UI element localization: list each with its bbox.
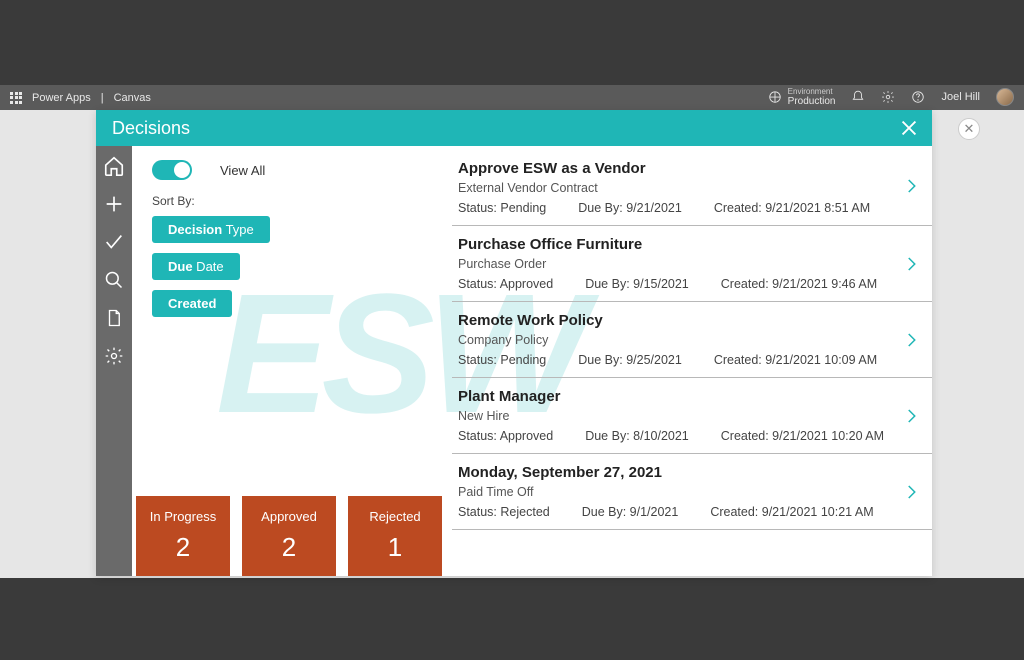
view-all-label: View All [220, 163, 265, 178]
top-dark-bar [0, 0, 1024, 85]
env-label: Environment [788, 88, 836, 97]
help-icon[interactable] [911, 90, 925, 104]
item-created: Created: 9/21/2021 9:46 AM [721, 277, 877, 291]
item-status: Status: Approved [458, 429, 553, 443]
page-background: ✕ Decisions ESW [0, 110, 1024, 578]
environment-selector[interactable]: Environment Production [768, 88, 836, 108]
sort-by-label: Sort By: [152, 194, 436, 208]
outer-close-button[interactable]: ✕ [958, 118, 980, 140]
view-all-toggle[interactable] [152, 160, 192, 180]
item-status: Status: Pending [458, 353, 546, 367]
search-icon[interactable] [102, 268, 126, 292]
app-title: Decisions [112, 118, 190, 139]
avatar[interactable] [996, 88, 1014, 106]
item-status: Status: Approved [458, 277, 553, 291]
item-title: Purchase Office Furniture [458, 236, 890, 253]
env-name: Production [788, 96, 836, 107]
item-status: Status: Pending [458, 201, 546, 215]
item-due: Due By: 9/21/2021 [578, 201, 682, 215]
item-subtitle: Company Policy [458, 333, 890, 347]
bell-icon[interactable] [851, 90, 865, 104]
list-item[interactable]: Purchase Office Furniture Purchase Order… [452, 226, 932, 302]
chevron-right-icon[interactable] [902, 173, 920, 199]
list-item[interactable]: Plant Manager New Hire Status: Approved … [452, 378, 932, 454]
app-window: Decisions ESW [96, 110, 932, 576]
sort-decision-type[interactable]: Decision Type [152, 216, 270, 243]
chevron-right-icon[interactable] [902, 327, 920, 353]
list-item[interactable]: Approve ESW as a Vendor External Vendor … [452, 146, 932, 226]
user-name[interactable]: Joel Hill [941, 91, 980, 103]
decision-list: Approve ESW as a Vendor External Vendor … [452, 146, 932, 576]
chevron-right-icon[interactable] [902, 479, 920, 505]
bottom-dark-bar [0, 578, 1024, 660]
item-subtitle: Purchase Order [458, 257, 890, 271]
item-created: Created: 9/21/2021 10:21 AM [710, 505, 873, 519]
separator: | [101, 92, 104, 104]
chevron-right-icon[interactable] [902, 251, 920, 277]
item-due: Due By: 9/25/2021 [578, 353, 682, 367]
home-icon[interactable] [102, 154, 126, 178]
gear-icon[interactable] [881, 90, 895, 104]
chevron-right-icon[interactable] [902, 403, 920, 429]
item-created: Created: 9/21/2021 10:09 AM [714, 353, 877, 367]
filter-panel: View All Sort By: Decision Type Due Date… [132, 146, 452, 576]
document-icon[interactable] [102, 306, 126, 330]
list-item[interactable]: Monday, September 27, 2021 Paid Time Off… [452, 454, 932, 530]
item-due: Due By: 9/1/2021 [582, 505, 679, 519]
list-item[interactable]: Remote Work Policy Company Policy Status… [452, 302, 932, 378]
close-icon[interactable] [898, 117, 920, 139]
check-icon[interactable] [102, 230, 126, 254]
item-created: Created: 9/21/2021 8:51 AM [714, 201, 870, 215]
item-due: Due By: 9/15/2021 [585, 277, 689, 291]
sort-created[interactable]: Created [152, 290, 232, 317]
item-subtitle: External Vendor Contract [458, 181, 890, 195]
item-subtitle: New Hire [458, 409, 890, 423]
settings-icon[interactable] [102, 344, 126, 368]
item-due: Due By: 8/10/2021 [585, 429, 689, 443]
sort-due-date[interactable]: Due Date [152, 253, 240, 280]
page-label: Canvas [114, 92, 151, 104]
app-header: Decisions [96, 110, 932, 146]
item-title: Monday, September 27, 2021 [458, 464, 890, 481]
brand-label: Power Apps [32, 92, 91, 104]
item-title: Approve ESW as a Vendor [458, 160, 890, 177]
powerapps-header: Power Apps | Canvas Environment Producti… [0, 85, 1024, 110]
add-icon[interactable] [102, 192, 126, 216]
item-title: Remote Work Policy [458, 312, 890, 329]
item-title: Plant Manager [458, 388, 890, 405]
environment-icon [768, 90, 782, 104]
sidebar [96, 146, 132, 576]
waffle-icon[interactable] [10, 92, 22, 104]
item-created: Created: 9/21/2021 10:20 AM [721, 429, 884, 443]
item-status: Status: Rejected [458, 505, 550, 519]
item-subtitle: Paid Time Off [458, 485, 890, 499]
